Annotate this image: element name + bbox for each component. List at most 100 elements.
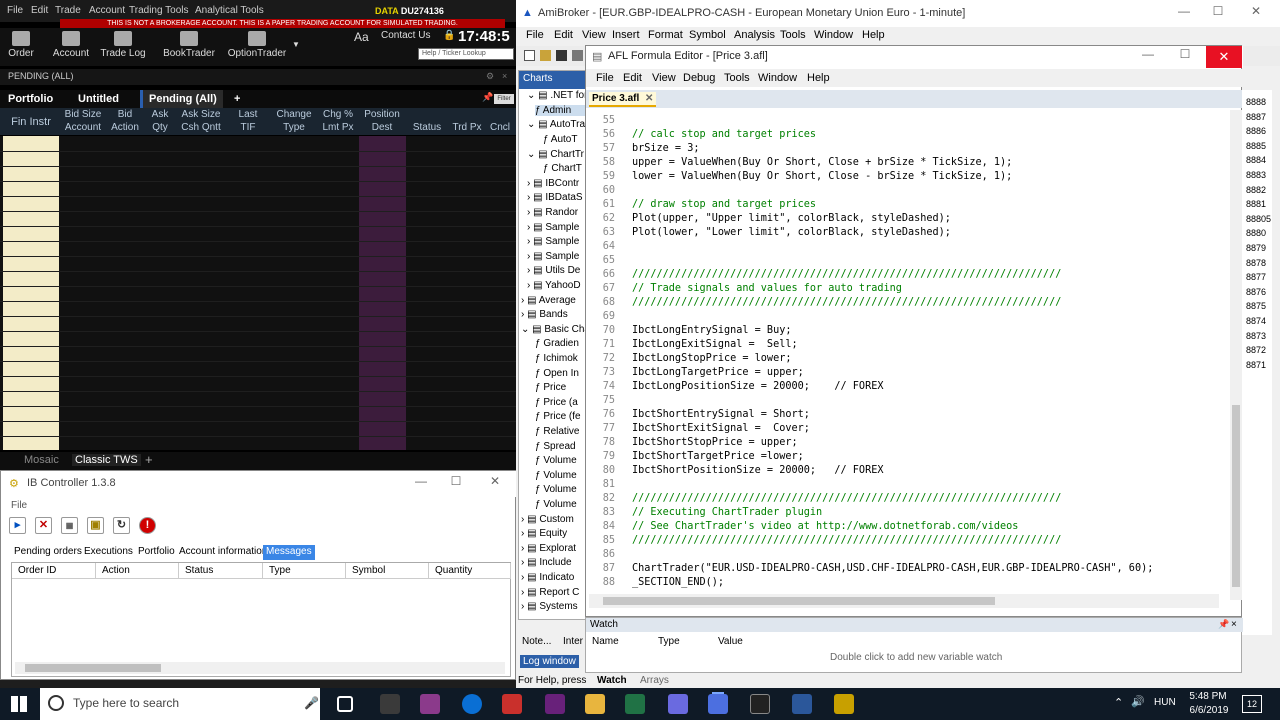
tree-item[interactable]: ƒ ChartT — [543, 163, 582, 174]
taskbar-search-box[interactable]: Type here to search 🎤 — [40, 688, 320, 720]
close-icon[interactable]: ✕ — [1206, 46, 1242, 68]
print-icon[interactable] — [572, 50, 583, 61]
col-name[interactable]: Name — [592, 636, 619, 647]
col-order-id[interactable]: Order ID — [12, 563, 96, 579]
new-file-icon[interactable] — [524, 50, 535, 61]
code-line[interactable]: 68 //////////////////////////////////////… — [589, 296, 1062, 310]
charts-tree-pane[interactable]: Charts ⌄ ▤ .NET for ƒ Admin ⌄ ▤ AutoTra … — [518, 70, 588, 620]
mail-icon[interactable] — [380, 694, 400, 714]
close-icon[interactable]: ✕ — [1246, 4, 1266, 22]
tab-price-3-afl[interactable]: Price 3.afl ✕ — [589, 92, 657, 107]
col-symbol[interactable]: Symbol — [346, 563, 429, 579]
afl-menu-file[interactable]: File — [596, 72, 614, 84]
menu-insert[interactable]: Insert — [612, 29, 640, 41]
code-line[interactable]: 61 // draw stop and target prices — [589, 198, 816, 212]
notification-center-icon[interactable]: 12 — [1242, 695, 1262, 713]
add-tab-button[interactable]: + — [228, 90, 246, 108]
code-line[interactable]: 87 ChartTrader("EUR.USD-IDEALPRO-CASH,USD… — [589, 562, 1154, 576]
ticker-lookup-input[interactable]: Help / Ticker Lookup — [418, 48, 514, 60]
tray-chevron-icon[interactable]: ⌃ — [1114, 696, 1123, 709]
tab-executions[interactable]: Executions — [81, 545, 136, 560]
lock-icon[interactable]: 🔒 — [443, 30, 455, 41]
save-icon[interactable] — [556, 50, 567, 61]
col-change[interactable]: Change — [270, 109, 318, 121]
tree-item[interactable]: ƒ Open In — [535, 368, 579, 379]
tree-folder[interactable]: › ▤ Randor — [527, 207, 578, 218]
visual-studio-icon[interactable] — [545, 694, 565, 714]
tree-folder[interactable]: › ▤ Utils De — [527, 265, 580, 276]
code-line[interactable]: 64 — [589, 240, 632, 254]
menu-window[interactable]: Window — [814, 29, 853, 41]
minimize-icon[interactable]: — — [1138, 47, 1158, 65]
pin-icon[interactable]: 📌 — [482, 92, 493, 103]
code-line[interactable]: 75 — [589, 394, 632, 408]
col-status[interactable]: Status — [408, 122, 446, 134]
tree-folder[interactable]: › ▤ Custom — [521, 514, 574, 525]
col-last[interactable]: Last — [226, 109, 270, 121]
tree-item[interactable]: ƒ Volume — [535, 499, 577, 510]
code-line[interactable]: 69 — [589, 310, 632, 324]
menu-symbol[interactable]: Symbol — [689, 29, 726, 41]
alert-icon[interactable]: ! — [139, 517, 156, 534]
col-trd-px[interactable]: Trd Px — [448, 122, 486, 134]
code-line[interactable]: 67 // Trade signals and values for auto t… — [589, 282, 902, 296]
tree-folder[interactable]: ⌄ ▤ ChartTr — [527, 149, 584, 160]
tab-messages[interactable]: Messages — [263, 545, 315, 560]
code-line[interactable]: 56 // calc stop and target prices — [589, 128, 816, 142]
code-line[interactable]: 82 //////////////////////////////////////… — [589, 492, 1062, 506]
afl-menu-help[interactable]: Help — [807, 72, 830, 84]
menu-format[interactable]: Format — [648, 29, 683, 41]
account-button[interactable]: Account — [50, 28, 92, 66]
afl-menu-window[interactable]: Window — [758, 72, 797, 84]
tab-pending-orders[interactable]: Pending orders — [11, 545, 85, 560]
menu-tools[interactable]: Tools — [780, 29, 806, 41]
tab-arrays[interactable]: Arrays — [640, 675, 669, 686]
file-explorer-icon[interactable] — [585, 694, 605, 714]
stop-icon[interactable]: ✕ — [35, 517, 52, 534]
tree-folder[interactable]: › ▤ IBDataS — [527, 192, 583, 203]
tws-menu-trading-tools[interactable]: Trading Tools — [129, 5, 188, 16]
col-account[interactable]: Account — [60, 122, 106, 134]
play-icon[interactable]: ▸ — [9, 517, 26, 534]
tab-pending-all[interactable]: Pending (All) — [140, 90, 223, 108]
code-line[interactable]: 72 IbctLongStopPrice = lower; — [589, 352, 792, 366]
ibc-orders-table[interactable]: Order ID Action Status Type Symbol Quant… — [11, 562, 511, 677]
open-folder-icon[interactable] — [540, 50, 551, 61]
col-position[interactable]: Position — [358, 109, 406, 121]
menu-file[interactable]: File — [526, 29, 544, 41]
tree-folder[interactable]: ⌄ ▤ AutoTra — [527, 119, 585, 130]
pin-icon[interactable]: 📌 — [1218, 618, 1229, 631]
maximize-icon[interactable]: ☐ — [446, 474, 466, 492]
language-indicator[interactable]: HUN — [1154, 697, 1176, 708]
col-quantity[interactable]: Quantity — [429, 563, 511, 579]
menu-edit[interactable]: Edit — [554, 29, 573, 41]
tab-portfolio[interactable]: Portfolio — [2, 90, 59, 108]
minimize-icon[interactable]: — — [411, 474, 431, 492]
afl-menu-view[interactable]: View — [652, 72, 676, 84]
code-line[interactable]: 81 — [589, 478, 632, 492]
menu-analysis[interactable]: Analysis — [734, 29, 775, 41]
volume-icon[interactable]: 🔊 — [1131, 695, 1145, 708]
afl-menu-edit[interactable]: Edit — [623, 72, 642, 84]
tws-menu-trade[interactable]: Trade — [55, 5, 81, 16]
code-line[interactable]: 55 — [589, 114, 632, 128]
close-tab-icon[interactable]: ✕ — [645, 93, 653, 104]
maximize-icon[interactable]: ☐ — [1175, 47, 1195, 65]
afl-menu-tools[interactable]: Tools — [724, 72, 750, 84]
code-line[interactable]: 78 IbctShortStopPrice = upper; — [589, 436, 798, 450]
task-view-icon[interactable] — [337, 696, 353, 712]
code-line[interactable]: 70 IbctLongEntrySignal = Buy; — [589, 324, 792, 338]
tws-menu-account[interactable]: Account — [89, 5, 125, 16]
code-line[interactable]: 80 IbctShortPositionSize = 20000; // FORE… — [589, 464, 884, 478]
maximize-icon[interactable]: ☐ — [1208, 4, 1228, 22]
col-action[interactable]: Action — [106, 122, 144, 134]
col-type[interactable]: Type — [270, 122, 318, 134]
tree-item[interactable]: ƒ Admin — [535, 105, 587, 116]
tab-untitled[interactable]: Untitled — [72, 90, 125, 108]
microphone-icon[interactable]: 🎤 — [304, 696, 319, 710]
col-fin-instr[interactable]: Fin Instr — [2, 116, 60, 128]
code-line[interactable]: 88 _SECTION_END(); — [589, 576, 724, 590]
ibc-menu-file[interactable]: File — [11, 500, 27, 511]
code-line[interactable]: 62 Plot(upper, "Upper limit", colorBlack,… — [589, 212, 951, 226]
col-type[interactable]: Type — [263, 563, 346, 579]
